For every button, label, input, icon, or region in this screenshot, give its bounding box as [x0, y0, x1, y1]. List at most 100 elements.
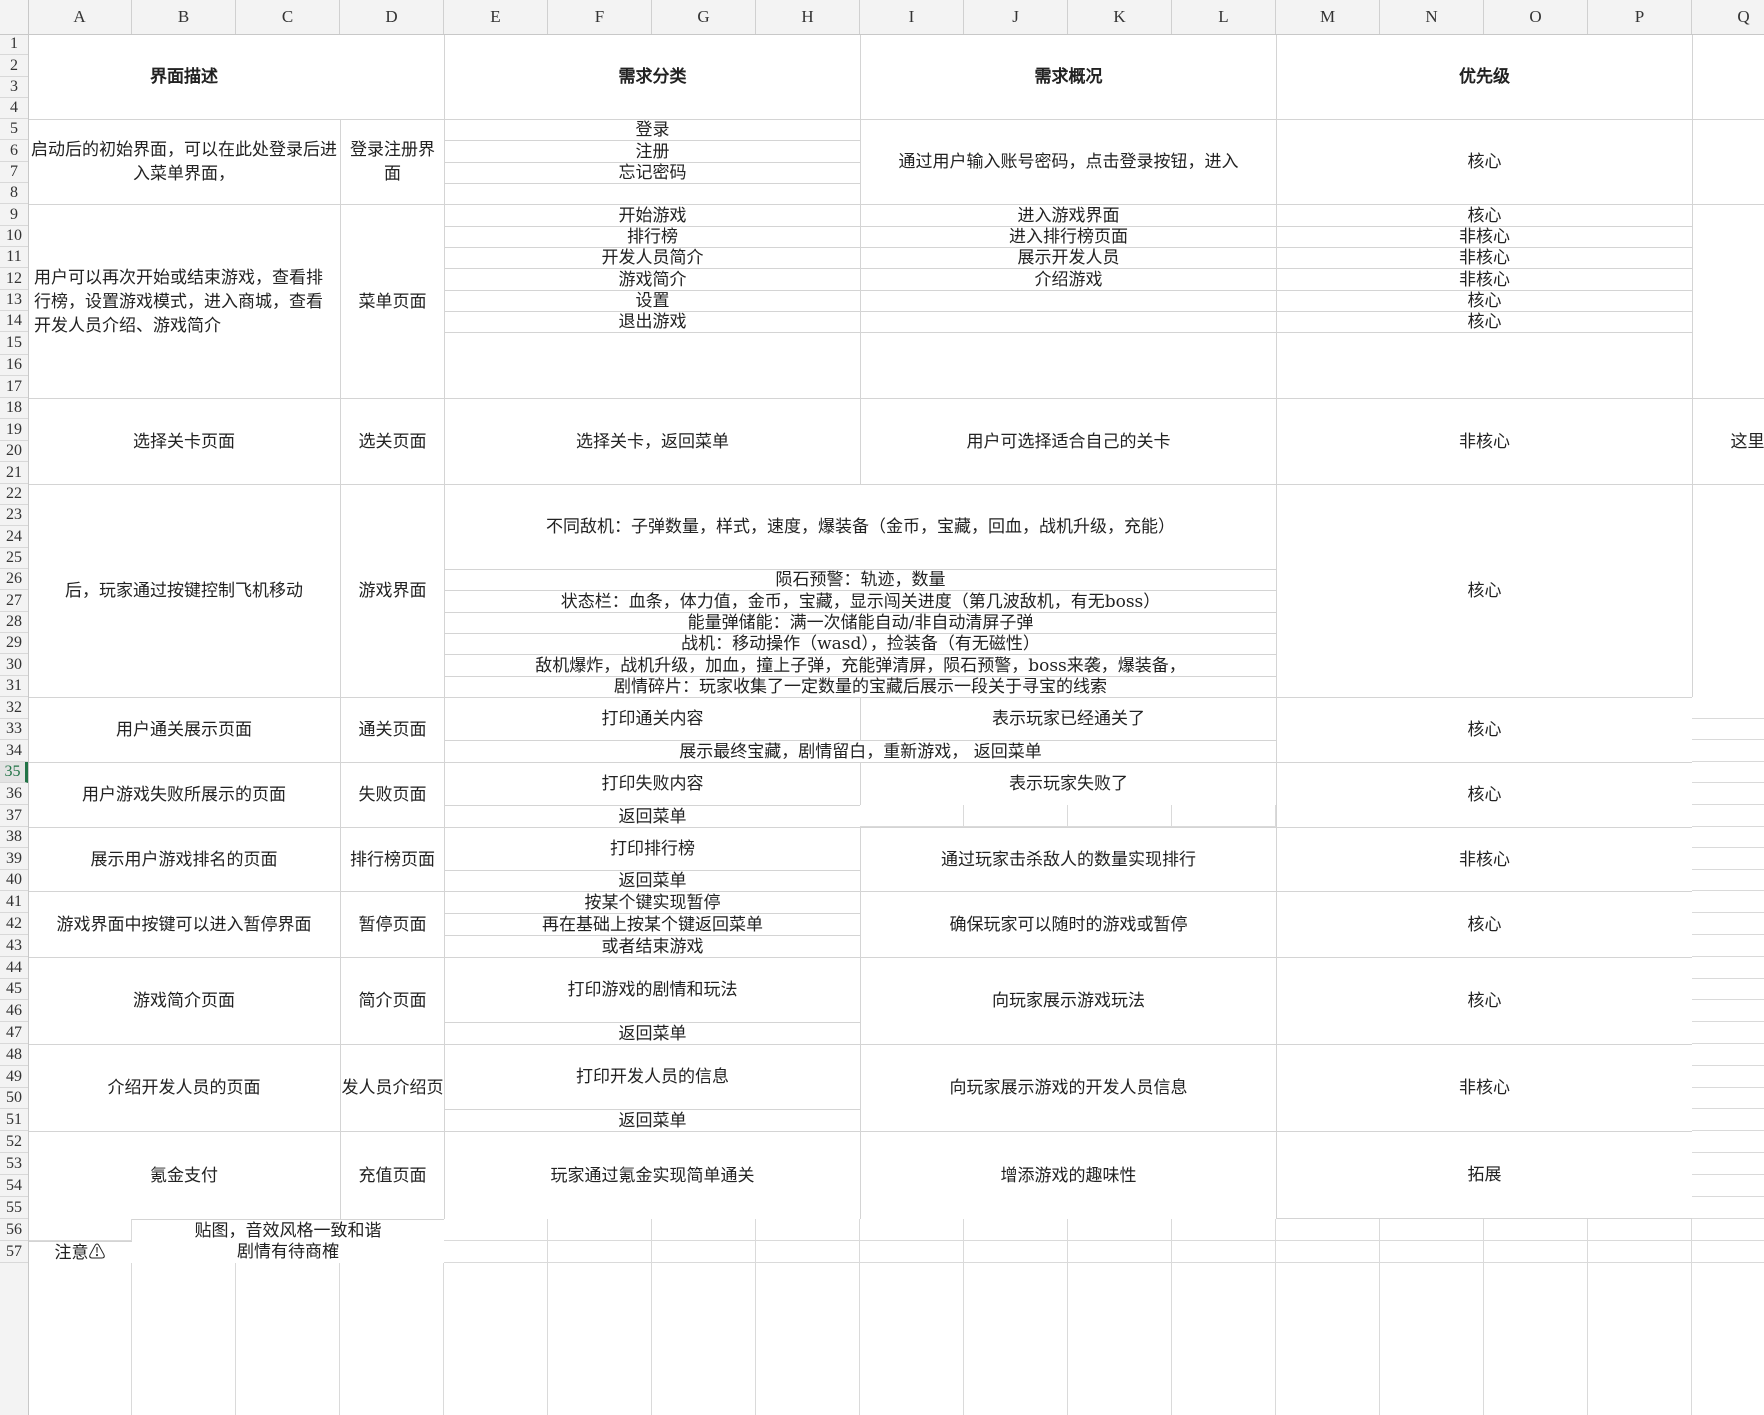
login-page[interactable]: 登录注册界面 [340, 119, 444, 204]
column-header-K[interactable]: K [1068, 0, 1172, 34]
login-item-1[interactable]: 登录 [444, 119, 860, 140]
row-header-18[interactable]: 18 [0, 398, 28, 419]
menu-item[interactable]: 开发人员简介 [444, 247, 860, 268]
ranking-priority[interactable]: 非核心 [1276, 827, 1692, 891]
column-header-O[interactable]: O [1484, 0, 1588, 34]
pause-item-1[interactable]: 按某个键实现暂停 [444, 891, 860, 913]
column-header-J[interactable]: J [964, 0, 1068, 34]
row-header-16[interactable]: 16 [0, 355, 28, 376]
row-header-29[interactable]: 29 [0, 633, 28, 654]
payment-desc[interactable]: 氪金支付 [28, 1131, 340, 1219]
row-header-55[interactable]: 55 [0, 1197, 28, 1219]
menu-blank-pri[interactable] [1276, 332, 1692, 398]
menu-priority[interactable]: 核心 [1276, 311, 1692, 332]
row-header-46[interactable]: 46 [0, 1000, 28, 1022]
row-header-44[interactable]: 44 [0, 957, 28, 979]
row-header-57[interactable]: 57 [0, 1241, 28, 1263]
devs-extra[interactable]: 返回菜单 [444, 1109, 860, 1131]
menu-priority[interactable]: 核心 [1276, 204, 1692, 226]
menu-overview[interactable]: 进入排行榜页面 [860, 226, 1276, 247]
row-header-5[interactable]: 5 [0, 119, 28, 140]
row-header-11[interactable]: 11 [0, 247, 28, 268]
login-item-blank[interactable] [444, 183, 860, 204]
fail-priority[interactable]: 核心 [1276, 762, 1692, 827]
pause-priority[interactable]: 核心 [1276, 891, 1692, 957]
payment-page[interactable]: 充值页面 [340, 1131, 444, 1219]
intro-category[interactable]: 打印游戏的剧情和玩法 [444, 957, 860, 1022]
row-header-20[interactable]: 20 [0, 441, 28, 462]
menu-overview-blank[interactable] [860, 311, 1276, 332]
devs-page[interactable]: 开发人员介绍页面 [340, 1044, 444, 1131]
row-header-42[interactable]: 42 [0, 913, 28, 935]
fail-page[interactable]: 失败页面 [340, 762, 444, 827]
row-header-45[interactable]: 45 [0, 979, 28, 1000]
menu-desc[interactable]: 用户可以再次开始或结束游戏，查看排行榜，设置游戏模式，进入商城，查看开发人员介绍… [28, 204, 340, 398]
game-notes[interactable]: 视情况选择实现，有些可以不做 [1692, 484, 1764, 697]
row-header-28[interactable]: 28 [0, 612, 28, 633]
level-select-priority[interactable]: 非核心 [1276, 398, 1692, 484]
level-select-notes[interactable]: 这里不再赘述模式选择页面了，都是一个方法 [1692, 398, 1764, 484]
column-header-L[interactable]: L [1172, 0, 1276, 34]
payment-overview[interactable]: 增添游戏的趣味性 [860, 1131, 1276, 1219]
game-desc[interactable]: 后，玩家通过按键控制飞机移动 [28, 484, 340, 697]
ranking-extra[interactable]: 返回菜单 [444, 870, 860, 891]
column-header-B[interactable]: B [132, 0, 236, 34]
level-select-page[interactable]: 选关页面 [340, 398, 444, 484]
row-header-23[interactable]: 23 [0, 505, 28, 526]
column-header-E[interactable]: E [444, 0, 548, 34]
menu-priority[interactable]: 非核心 [1276, 268, 1692, 290]
row-header-1[interactable]: 1 [0, 34, 28, 55]
menu-item[interactable]: 退出游戏 [444, 311, 860, 332]
header-interface-desc[interactable]: 界面描述 [28, 34, 340, 119]
row-header-39[interactable]: 39 [0, 848, 28, 870]
column-header-D[interactable]: D [340, 0, 444, 34]
payment-category[interactable]: 玩家通过氪金实现简单通关 [444, 1131, 860, 1219]
devs-overview[interactable]: 向玩家展示游戏的开发人员信息 [860, 1044, 1276, 1131]
login-notes[interactable] [1692, 119, 1764, 204]
header-priority[interactable]: 优先级 [1276, 34, 1692, 119]
row-header-53[interactable]: 53 [0, 1153, 28, 1175]
menu-overview[interactable]: 介绍游戏 [860, 268, 1276, 290]
column-header-N[interactable]: N [1380, 0, 1484, 34]
devs-desc[interactable]: 介绍开发人员的页面 [28, 1044, 340, 1131]
game-line-status[interactable]: 状态栏：血条，体力值，金币，宝藏，显示闯关进度（第几波敌机，有无boss） [444, 590, 1276, 612]
menu-priority[interactable]: 非核心 [1276, 247, 1692, 268]
row-header-10[interactable]: 10 [0, 226, 28, 247]
row-header-4[interactable]: 4 [0, 98, 28, 119]
column-header-M[interactable]: M [1276, 0, 1380, 34]
clear-priority[interactable]: 核心 [1276, 697, 1692, 762]
menu-overview-blank[interactable] [860, 290, 1276, 311]
payment-priority[interactable]: 拓展 [1276, 1131, 1692, 1219]
header-requirement-overview[interactable]: 需求概况 [860, 34, 1276, 119]
column-header-A[interactable]: A [28, 0, 132, 34]
row-header-2[interactable]: 2 [0, 55, 28, 77]
column-header-I[interactable]: I [860, 0, 964, 34]
row-header-24[interactable]: 24 [0, 526, 28, 548]
menu-priority[interactable]: 核心 [1276, 290, 1692, 311]
pause-item-3[interactable]: 或者结束游戏 [444, 935, 860, 957]
login-item-3[interactable]: 忘记密码 [444, 162, 860, 183]
login-desc[interactable]: 启动后的初始界面，可以在此处登录后进入菜单界面， [28, 119, 340, 204]
clear-desc[interactable]: 用户通关展示页面 [28, 697, 340, 762]
row-header-48[interactable]: 48 [0, 1044, 28, 1066]
row-header-43[interactable]: 43 [0, 935, 28, 957]
intro-priority[interactable]: 核心 [1276, 957, 1692, 1044]
row-header-54[interactable]: 54 [0, 1175, 28, 1197]
intro-extra[interactable]: 返回菜单 [444, 1022, 860, 1044]
menu-item[interactable]: 开始游戏 [444, 204, 860, 226]
column-header-C[interactable]: C [236, 0, 340, 34]
pause-page[interactable]: 暂停页面 [340, 891, 444, 957]
pause-item-2[interactable]: 再在基础上按某个键返回菜单 [444, 913, 860, 935]
row-header-41[interactable]: 41 [0, 891, 28, 913]
clear-extra[interactable]: 展示最终宝藏，剧情留白，重新游戏， 返回菜单 [444, 740, 1276, 762]
menu-blank-cat[interactable] [444, 332, 860, 398]
header-page-col[interactable] [340, 34, 444, 119]
menu-blank-ov[interactable] [860, 332, 1276, 398]
ranking-overview[interactable]: 通过玩家击杀敌人的数量实现排行 [860, 827, 1276, 891]
login-item-2[interactable]: 注册 [444, 140, 860, 162]
row-header-12[interactable]: 12 [0, 268, 28, 290]
menu-overview[interactable]: 进入游戏界面 [860, 204, 1276, 226]
row-header-36[interactable]: 36 [0, 783, 28, 805]
fail-desc[interactable]: 用户游戏失败所展示的页面 [28, 762, 340, 827]
footer-note-2[interactable]: 剧情有待商榷 [132, 1241, 444, 1263]
